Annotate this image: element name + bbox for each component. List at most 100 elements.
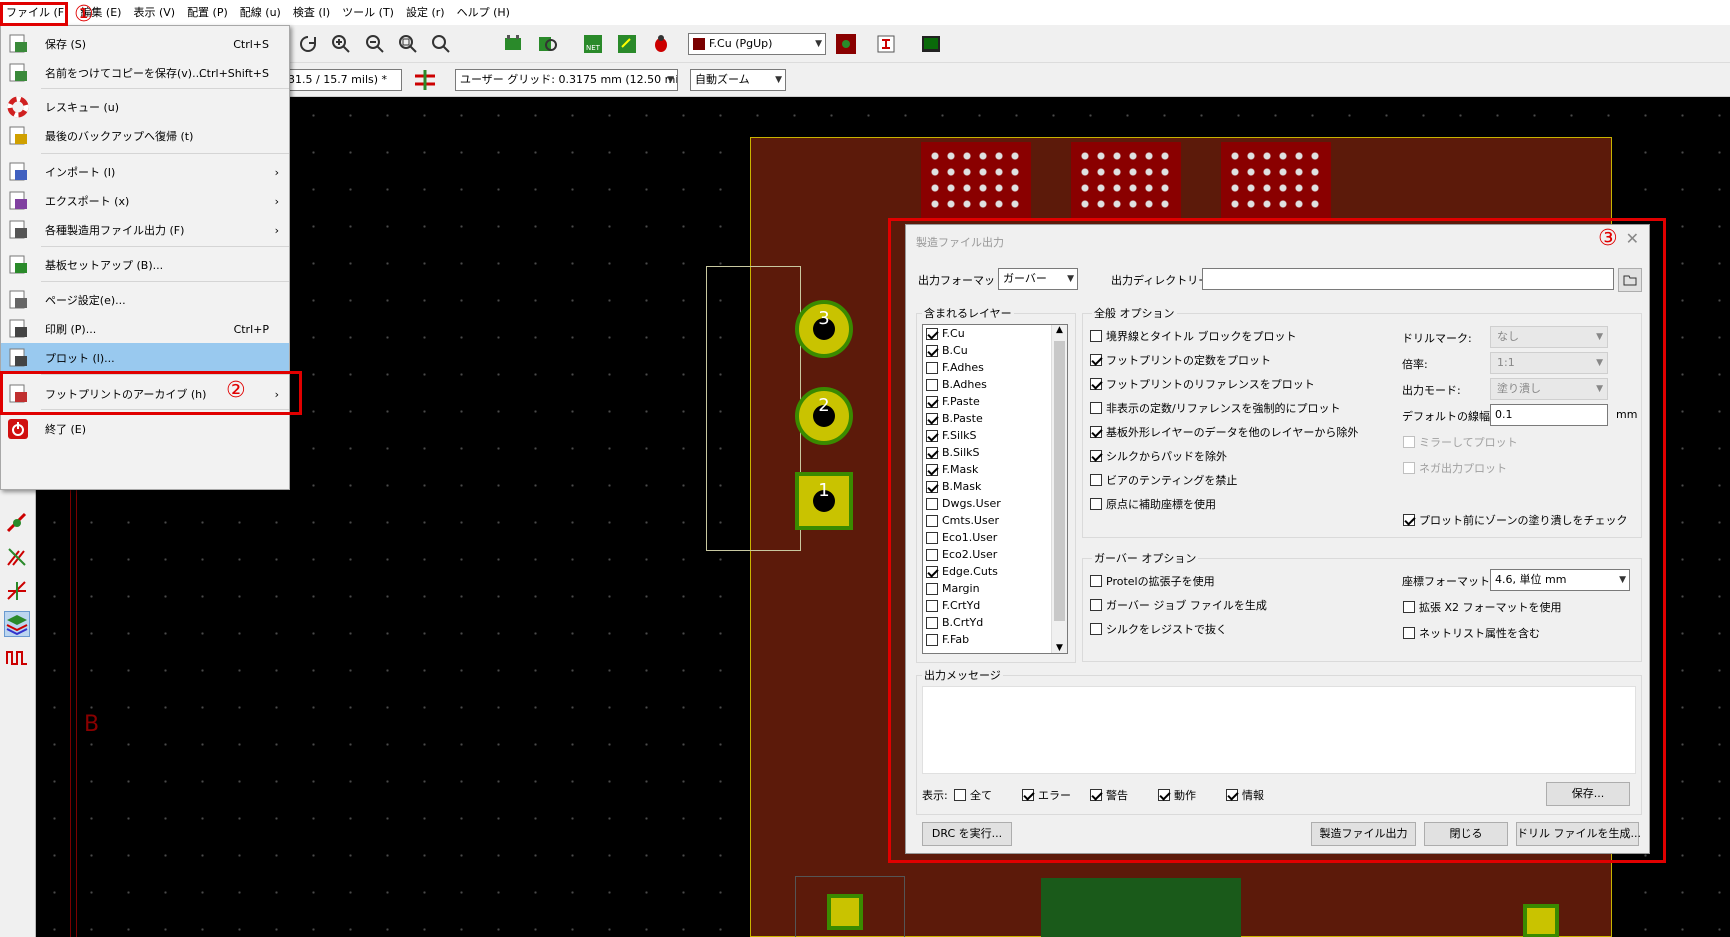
layers-manager-icon[interactable] (4, 611, 30, 637)
message-filter-checkbox-3[interactable]: 動作 (1158, 787, 1196, 803)
footprint-editor-icon[interactable] (500, 31, 526, 57)
zone-fill-check-checkbox[interactable]: プロット前にゾーンの塗り潰しをチェック (1403, 512, 1627, 528)
file-menu-item-9[interactable]: 印刷 (P)... Ctrl+P (1, 314, 289, 344)
line-width-input[interactable]: 0.1 (1490, 404, 1608, 426)
x2-format-checkbox[interactable]: 拡張 X2 フォーマットを使用 (1403, 599, 1562, 615)
general-option-checkbox-4[interactable]: 基板外形レイヤーのデータを他のレイヤーから除外 (1090, 424, 1358, 440)
track-via-icon[interactable] (412, 67, 438, 93)
layer-checkbox-f-cu[interactable]: F.Cu (923, 325, 1067, 342)
console-icon[interactable] (918, 31, 944, 57)
message-filter-checkbox-0[interactable]: 全て (954, 787, 992, 803)
save-messages-button[interactable]: 保存... (1546, 782, 1630, 806)
format-select[interactable]: ガーバー ▼ (998, 268, 1078, 290)
output-dir-input[interactable] (1202, 268, 1614, 290)
zoom-redraw-icon[interactable] (295, 31, 321, 57)
run-drc-button[interactable]: DRC を実行... (922, 822, 1012, 846)
file-menu-item-6[interactable]: 各種製造用ファイル出力 (F) › (1, 215, 289, 245)
netlist-icon[interactable]: NET (580, 31, 606, 57)
layer-pair-icon[interactable] (833, 31, 859, 57)
zoom-in-icon[interactable] (328, 31, 354, 57)
component-footprint (1221, 142, 1331, 218)
file-menu-item-4[interactable]: インポート (I) › (1, 157, 289, 187)
layers-scrollbar[interactable]: ▲ ▼ (1051, 325, 1067, 653)
layer-checkbox-b-adhes[interactable]: B.Adhes (923, 376, 1067, 393)
file-menu-item-10[interactable]: プロット (l)... (1, 343, 289, 373)
track-width-select[interactable]: 31.5 / 15.7 mils) * (284, 69, 402, 91)
zoom-select[interactable]: 自動ズーム ▼ (690, 69, 786, 91)
general-option-checkbox-0[interactable]: 境界線とタイトル ブロックをプロット (1090, 328, 1297, 344)
layer-checkbox-b-paste[interactable]: B.Paste (923, 410, 1067, 427)
update-pcb-icon[interactable] (614, 31, 640, 57)
checkbox-box (954, 789, 966, 801)
layers-list[interactable]: F.Cu B.Cu F.Adhes B.Adhes F.Paste B.Paste F.Si… (922, 324, 1068, 654)
layer-checkbox-f-fab[interactable]: F.Fab (923, 631, 1067, 648)
file-menu-item-7[interactable]: 基板セットアップ (B)... (1, 250, 289, 280)
menu-item-label: 基板セットアップ (B)... (45, 259, 164, 272)
layer-checkbox-b-mask[interactable]: B.Mask (923, 478, 1067, 495)
route-track-icon[interactable] (4, 510, 30, 536)
zoom-fit-icon[interactable] (395, 31, 421, 57)
scripting-icon[interactable] (873, 31, 899, 57)
general-option-checkbox-5[interactable]: シルクからパッドを除外 (1090, 448, 1227, 464)
layer-checkbox-b-silks[interactable]: B.SilkS (923, 444, 1067, 461)
layer-checkbox-f-paste[interactable]: F.Paste (923, 393, 1067, 410)
route-diff-pair-icon[interactable] (4, 544, 30, 570)
menu-3[interactable]: 配置 (P) (181, 0, 234, 25)
menu-4[interactable]: 配線 (u) (234, 0, 287, 25)
general-option-checkbox-6[interactable]: ビアのテンティングを禁止 (1090, 472, 1237, 488)
layer-checkbox-eco1-user[interactable]: Eco1.User (923, 529, 1067, 546)
close-icon[interactable]: ✕ (1626, 229, 1639, 248)
messages-area[interactable] (922, 686, 1636, 774)
general-option-checkbox-2[interactable]: フットプリントのリファレンスをプロット (1090, 376, 1315, 392)
layer-checkbox-f-adhes[interactable]: F.Adhes (923, 359, 1067, 376)
file-menu-item-0[interactable]: 保存 (S) Ctrl+S (1, 29, 289, 59)
close-button[interactable]: 閉じる (1424, 822, 1508, 846)
layer-checkbox-dwgs-user[interactable]: Dwgs.User (923, 495, 1067, 512)
gerber-option-checkbox-2[interactable]: シルクをレジストで抜く (1090, 621, 1227, 637)
zoom-area-icon[interactable] (428, 31, 454, 57)
gerber-option-checkbox-0[interactable]: Protelの拡張子を使用 (1090, 573, 1215, 589)
zoom-out-icon[interactable] (362, 31, 388, 57)
layer-checkbox-b-cu[interactable]: B.Cu (923, 342, 1067, 359)
coord-format-select[interactable]: 4.6, 単位 mm ▼ (1490, 569, 1630, 591)
menu-5[interactable]: 検査 (I) (287, 0, 336, 25)
file-menu-item-5[interactable]: エクスポート (x) › (1, 186, 289, 216)
message-filter-checkbox-4[interactable]: 情報 (1226, 787, 1264, 803)
drc-bug-icon[interactable] (648, 31, 674, 57)
layer-checkbox-edge-cuts[interactable]: Edge.Cuts (923, 563, 1067, 580)
message-filter-checkbox-2[interactable]: 警告 (1090, 787, 1128, 803)
message-filter-checkbox-1[interactable]: エラー (1022, 787, 1071, 803)
footprint-viewer-icon[interactable] (535, 31, 561, 57)
layer-checkbox-f-mask[interactable]: F.Mask (923, 461, 1067, 478)
tune-length-icon[interactable] (4, 578, 30, 604)
menu-8[interactable]: ヘルプ (H) (451, 0, 516, 25)
layer-checkbox-eco2-user[interactable]: Eco2.User (923, 546, 1067, 563)
meander-icon[interactable] (4, 645, 30, 671)
file-menu-item-3[interactable]: 最後のバックアップへ復帰 (t) (1, 121, 289, 151)
layer-select[interactable]: F.Cu (PgUp) ▼ (688, 33, 826, 55)
grid-select[interactable]: ユーザー グリッド: 0.3175 mm (12.50 mils) ▼ (455, 69, 678, 91)
menu-7[interactable]: 設定 (r) (400, 0, 451, 25)
layer-checkbox-b-crtyd[interactable]: B.CrtYd (923, 614, 1067, 631)
general-option-checkbox-1[interactable]: フットプリントの定数をプロット (1090, 352, 1271, 368)
zoom-value: 自動ズーム (695, 73, 750, 86)
layer-checkbox-f-crtyd[interactable]: F.CrtYd (923, 597, 1067, 614)
plot-button[interactable]: 製造ファイル出力 (1311, 822, 1416, 846)
layer-checkbox-f-silks[interactable]: F.SilkS (923, 427, 1067, 444)
general-option-checkbox-3[interactable]: 非表示の定数/リファレンスを強制的にプロット (1090, 400, 1341, 416)
layer-checkbox-margin[interactable]: Margin (923, 580, 1067, 597)
gerber-option-checkbox-1[interactable]: ガーバー ジョブ ファイルを生成 (1090, 597, 1267, 613)
file-menu-item-8[interactable]: ページ設定(e)... (1, 285, 289, 315)
layer-name: B.Adhes (942, 378, 987, 391)
checkbox-box (1090, 402, 1102, 414)
menu-6[interactable]: ツール (T) (336, 0, 400, 25)
generate-drill-file-button[interactable]: ドリル ファイルを生成... (1516, 822, 1641, 846)
general-option-checkbox-7[interactable]: 原点に補助座標を使用 (1090, 496, 1216, 512)
file-menu-item-1[interactable]: 名前をつけてコピーを保存(v)... Ctrl+Shift+S (1, 58, 289, 88)
netlist-attributes-checkbox[interactable]: ネットリスト属性を含む (1403, 625, 1540, 641)
layer-checkbox-cmts-user[interactable]: Cmts.User (923, 512, 1067, 529)
file-menu-item-2[interactable]: レスキュー (u) (1, 92, 289, 122)
browse-folder-button[interactable] (1618, 268, 1642, 292)
file-menu-item-12[interactable]: 終了 (E) (1, 414, 289, 444)
menu-2[interactable]: 表示 (V) (127, 0, 181, 25)
